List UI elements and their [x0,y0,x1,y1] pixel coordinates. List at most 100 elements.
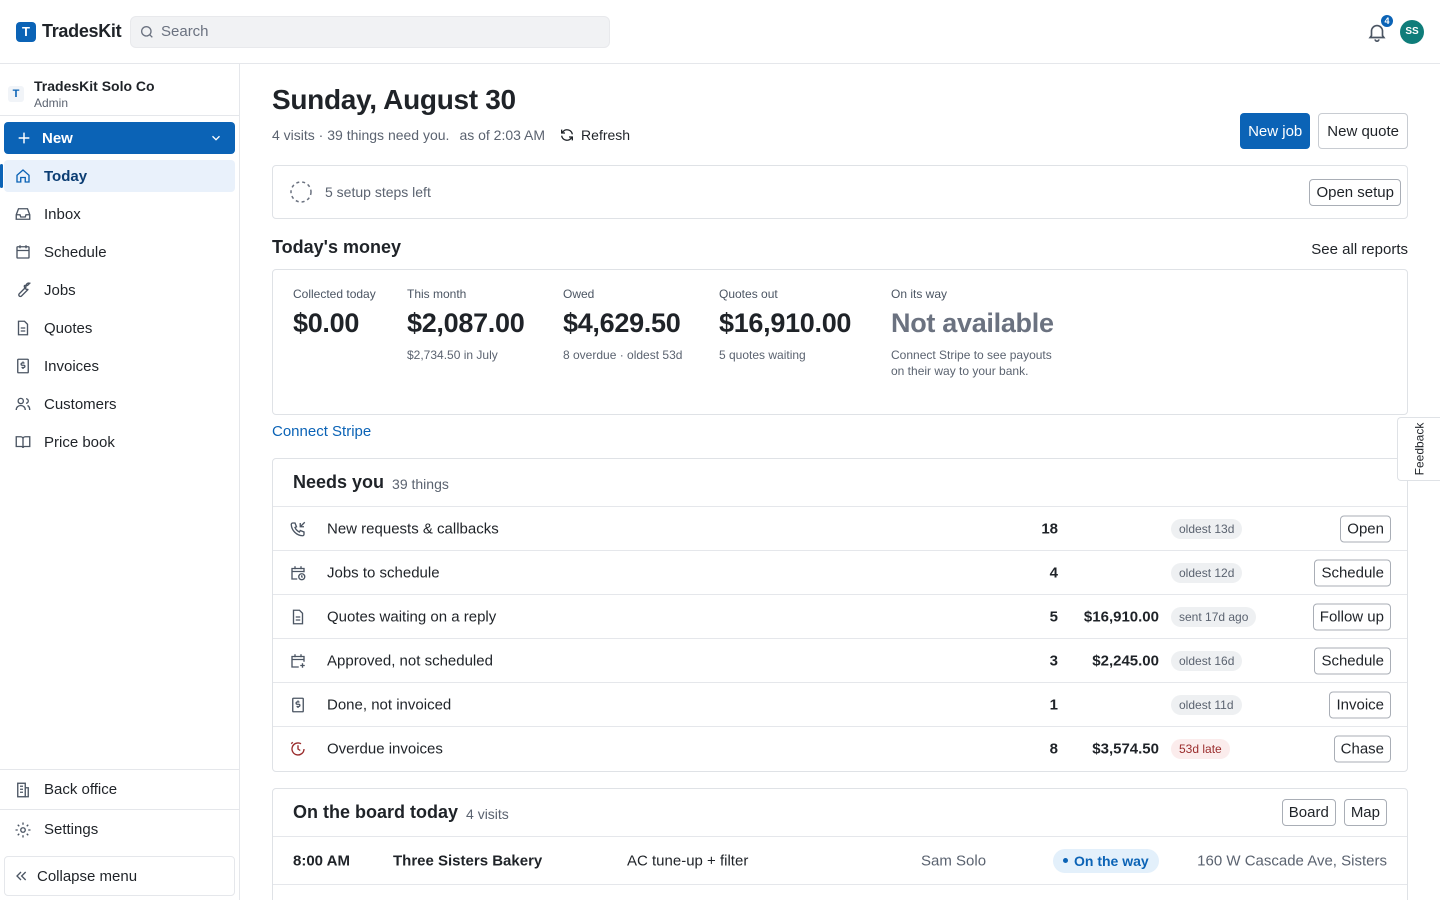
stat-on-its-way: On its way Not available Connect Stripe … [891,287,1061,379]
setup-text: 5 setup steps left [325,184,431,200]
table-row[interactable]: Overdue invoices 8 $3,574.50 53d late Ch… [273,727,1407,771]
new-button-label: New [42,129,73,147]
stat-owed: Owed $4,629.50 8 overdue · oldest 53d [563,287,682,363]
stat-value: $2,087.00 [407,308,525,338]
avatar[interactable]: SS [1400,19,1424,44]
open-setup-button[interactable]: Open setup [1309,178,1401,206]
open-button[interactable]: Open [1340,515,1391,542]
new-job-button[interactable]: New job [1240,113,1311,149]
stat-sub: $2,734.50 in July [407,348,498,362]
table-row[interactable]: Approved, not scheduled 3 $2,245.00 olde… [273,639,1407,683]
see-all-reports-link[interactable]: See all reports [1311,241,1408,258]
refresh-label: Refresh [581,127,631,143]
status-dot [1063,858,1068,863]
as-of-text: as of 2:03 AM [459,127,546,143]
visit-time: 8:00 AM [293,852,350,869]
feedback-tab[interactable]: Feedback [1397,417,1440,481]
double-chevron-left-icon [16,871,27,881]
invoice-button[interactable]: Invoice [1329,691,1391,718]
row-label: Jobs to schedule [327,564,440,581]
summary-text: 4 visits · 39 things need you. [272,127,450,143]
row-label: Quotes waiting on a reply [327,608,497,625]
sidebar-item-label: Today [44,167,88,185]
sidebar-item-label: Jobs [44,281,76,299]
sidebar-item-schedule[interactable]: Schedule [4,236,235,268]
search-input[interactable]: Search [130,15,610,48]
visit-job: AC tune-up + filter [627,852,749,869]
document-icon [292,609,304,624]
stat-value: Not available [891,308,1054,338]
app-name: TradesKit [42,21,122,41]
map-button[interactable]: Map [1343,799,1387,826]
org-switcher[interactable]: T TradesKit Solo Co Admin [0,64,239,116]
book-icon [15,436,31,449]
sidebar-item-label: Invoices [44,357,100,375]
schedule-button[interactable]: Schedule [1314,559,1391,586]
age-badge: oldest 11d [1171,694,1242,715]
sidebar-item-quotes[interactable]: Quotes [4,312,235,344]
needs-count: 39 things [392,476,449,492]
connect-stripe-link[interactable]: Connect Stripe [272,423,371,440]
home-icon [16,169,30,183]
board-count: 4 visits [466,806,509,822]
table-row[interactable]: Jobs to schedule 4 oldest 12d Schedule [273,551,1407,595]
notifications-button[interactable]: 4 [1366,13,1394,44]
row-count: 4 [1049,564,1058,581]
calendar-icon [16,245,30,259]
top-bar: T TradesKit Search 4 SS [0,0,1440,64]
stat-label: Quotes out [719,287,778,301]
table-row[interactable]: Done, not invoiced 1 oldest 11d Invoice [273,683,1407,727]
row-amount: $16,910.00 [1083,608,1159,625]
new-button[interactable]: New [4,122,235,154]
plus-icon [18,132,30,144]
list-item[interactable]: 8:00 AM Three Sisters Bakery AC tune-up … [273,837,1407,885]
org-mark: T [8,85,24,102]
needs-title: Needs you [293,472,385,492]
sidebar-item-settings[interactable]: Settings [0,809,239,849]
refresh-button[interactable]: Refresh [559,127,630,143]
chase-button[interactable]: Chase [1333,735,1391,763]
stat-sub: Connect Stripe to see payouts on their w… [891,348,1052,378]
row-count: 1 [1049,696,1058,713]
board-button[interactable]: Board [1281,799,1336,826]
sidebar-item-customers[interactable]: Customers [4,388,235,420]
follow-up-button[interactable]: Follow up [1312,603,1391,630]
document-icon [17,320,29,336]
age-badge: oldest 16d [1171,650,1243,671]
row-label: Overdue invoices [327,740,443,758]
notifications-badge: 4 [1380,13,1394,28]
table-row[interactable]: New requests & callbacks 18 oldest 13d O… [273,507,1407,551]
table-row[interactable]: Quotes waiting on a reply 5 $16,910.00 s… [273,595,1407,639]
age-badge: oldest 12d [1171,562,1243,583]
stat-value: $4,629.50 [563,308,681,338]
new-quote-button[interactable]: New quote [1318,113,1408,149]
clock-alert-icon [290,741,305,756]
stat-this-month: This month $2,087.00 $2,734.50 in July [407,287,525,363]
money-section-title: Today's money [272,237,401,257]
row-label: Done, not invoiced [327,696,452,713]
sidebar-item-inbox[interactable]: Inbox [4,198,235,230]
sidebar-item-back-office[interactable]: Back office [0,769,239,809]
row-count: 8 [1049,740,1058,758]
sidebar-item-label: Customers [44,395,117,413]
wrench-icon [18,282,32,298]
row-count: 3 [1049,652,1058,669]
sidebar-item-price-book[interactable]: Price book [4,426,235,458]
schedule-button[interactable]: Schedule [1314,647,1391,674]
sidebar-item-invoices[interactable]: Invoices [4,350,235,382]
feedback-label: Feedback [1412,422,1427,476]
sidebar-item-jobs[interactable]: Jobs [4,274,235,306]
status-label: On the way [1074,852,1149,869]
visit-tech: Sam Solo [921,852,987,869]
app-logo[interactable]: T TradesKit [16,21,130,42]
sidebar-nav: Today Inbox Schedule Jobs Quotes Invoice… [0,160,235,464]
stat-collected-today: Collected today $0.00 [293,287,376,339]
back-office-label: Back office [44,781,118,798]
visit-address: 160 W Cascade Ave, Sisters [1197,852,1387,869]
sidebar-item-label: Price book [44,433,115,451]
sidebar-item-label: Schedule [44,243,107,261]
needs-you-card: Needs you 39 things New requests & callb… [272,458,1408,772]
collapse-menu-button[interactable]: Collapse menu [4,856,235,896]
stat-label: Owed [563,287,595,301]
sidebar-item-today[interactable]: Today [0,160,235,192]
